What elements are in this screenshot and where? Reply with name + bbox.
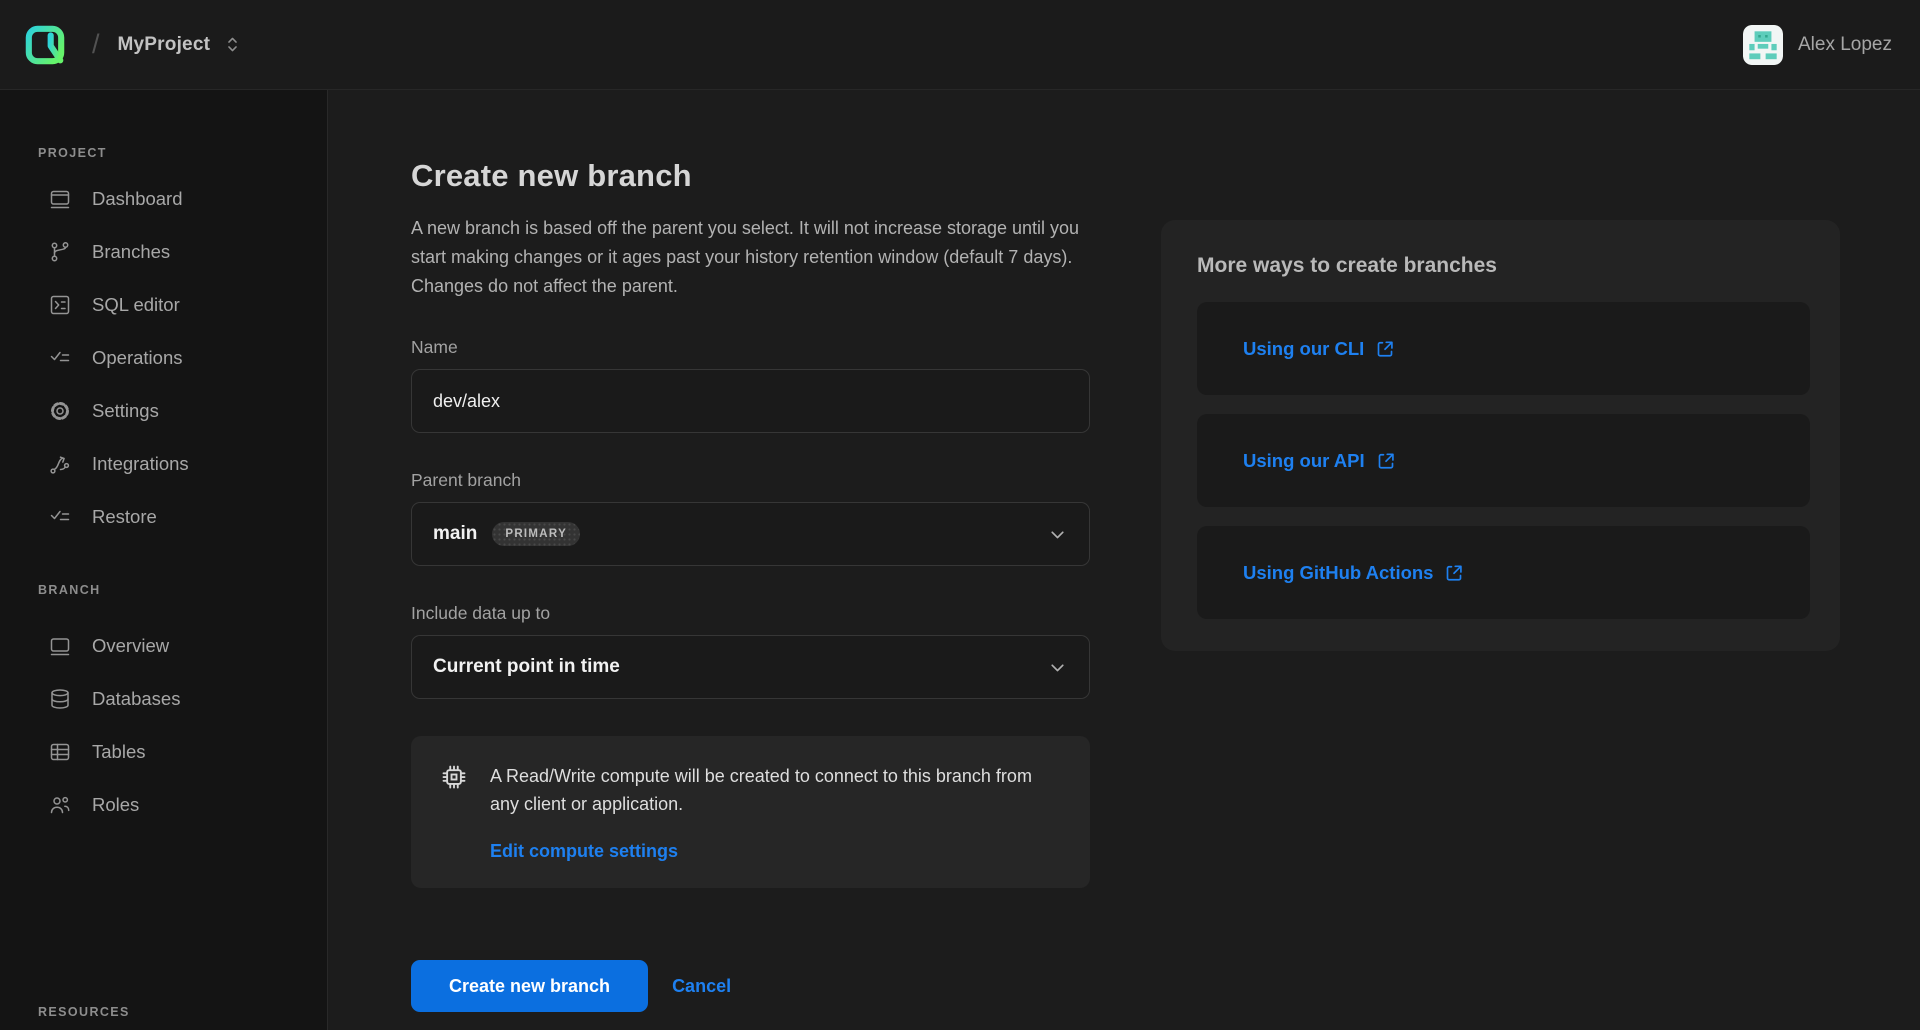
parent-branch-value: main [433, 523, 477, 545]
form-actions: Create new branch Cancel [411, 960, 1090, 1012]
external-link-icon [1376, 451, 1396, 471]
include-data-label: Include data up to [411, 603, 1090, 624]
sidebar-item-sql-editor[interactable]: SQL editor [0, 278, 327, 331]
create-branch-form: Create new branch A new branch is based … [411, 158, 1090, 1012]
page-description: A new branch is based off the parent you… [411, 214, 1081, 301]
database-icon [48, 687, 72, 711]
using-cli-link[interactable]: Using our CLI [1243, 338, 1395, 360]
neon-logo-icon [24, 24, 66, 66]
sidebar: PROJECT Dashboard Branches SQL editor Op… [0, 90, 328, 1030]
integrations-icon [48, 452, 72, 476]
branch-name-input[interactable] [411, 369, 1090, 433]
using-cli-label: Using our CLI [1243, 338, 1364, 360]
cancel-button[interactable]: Cancel [672, 976, 731, 997]
page-title: Create new branch [411, 158, 1090, 194]
external-link-icon [1375, 339, 1395, 359]
create-branch-button[interactable]: Create new branch [411, 960, 648, 1012]
users-icon [48, 793, 72, 817]
using-github-actions-label: Using GitHub Actions [1243, 562, 1433, 584]
sidebar-section-project: PROJECT [38, 146, 327, 160]
sidebar-item-label: Roles [92, 794, 139, 816]
api-card[interactable]: Using our API [1197, 414, 1810, 507]
sidebar-item-integrations[interactable]: Integrations [0, 437, 327, 490]
more-ways-title: More ways to create branches [1197, 254, 1810, 278]
sidebar-item-label: Restore [92, 506, 157, 528]
sidebar-item-overview[interactable]: Overview [0, 619, 327, 672]
sql-terminal-icon [48, 293, 72, 317]
breadcrumb-separator: / [92, 29, 100, 60]
include-data-value: Current point in time [433, 656, 620, 678]
parent-branch-label: Parent branch [411, 470, 1090, 491]
sidebar-item-label: Tables [92, 741, 145, 763]
sidebar-item-roles[interactable]: Roles [0, 778, 327, 831]
user-menu[interactable]: Alex Lopez [1743, 25, 1920, 65]
sidebar-item-tables[interactable]: Tables [0, 725, 327, 778]
using-api-label: Using our API [1243, 450, 1365, 472]
neon-logo-button[interactable] [0, 0, 90, 89]
more-ways-panel: More ways to create branches Using our C… [1161, 220, 1840, 651]
chevron-down-icon [1047, 524, 1068, 545]
using-github-actions-link[interactable]: Using GitHub Actions [1243, 562, 1464, 584]
sidebar-item-branches[interactable]: Branches [0, 225, 327, 278]
parent-branch-select[interactable]: main PRIMARY [411, 502, 1090, 566]
compute-info-content: A Read/Write compute will be created to … [490, 762, 1040, 862]
sidebar-item-label: Operations [92, 347, 183, 369]
sidebar-section-resources: RESOURCES [38, 1005, 327, 1019]
edit-compute-settings-link[interactable]: Edit compute settings [490, 841, 678, 862]
chevron-up-down-icon [224, 35, 241, 54]
sidebar-item-dashboard[interactable]: Dashboard [0, 172, 327, 225]
user-avatar [1743, 25, 1783, 65]
cli-card[interactable]: Using our CLI [1197, 302, 1810, 395]
github-actions-card[interactable]: Using GitHub Actions [1197, 526, 1810, 619]
cpu-chip-icon [439, 762, 469, 862]
project-name: MyProject [118, 34, 211, 56]
name-label: Name [411, 337, 1090, 358]
chevron-down-icon [1047, 657, 1068, 678]
external-link-icon [1444, 563, 1464, 583]
sidebar-item-settings[interactable]: Settings [0, 384, 327, 437]
restore-checklist-icon [48, 505, 72, 529]
sidebar-item-label: Databases [92, 688, 180, 710]
gear-icon [48, 399, 72, 423]
sidebar-item-databases[interactable]: Databases [0, 672, 327, 725]
include-data-field: Include data up to Current point in time [411, 603, 1090, 699]
using-api-link[interactable]: Using our API [1243, 450, 1396, 472]
sidebar-item-label: Overview [92, 635, 169, 657]
sidebar-section-branch: BRANCH [38, 583, 327, 597]
sidebar-item-restore[interactable]: Restore [0, 490, 327, 543]
sidebar-item-label: Settings [92, 400, 159, 422]
compute-info-box: A Read/Write compute will be created to … [411, 736, 1090, 888]
dashboard-icon [48, 187, 72, 211]
include-data-select[interactable]: Current point in time [411, 635, 1090, 699]
sidebar-item-label: SQL editor [92, 294, 180, 316]
primary-badge: PRIMARY [492, 522, 580, 546]
git-branch-icon [48, 240, 72, 264]
sidebar-item-label: Dashboard [92, 188, 183, 210]
sidebar-item-label: Branches [92, 241, 170, 263]
main-content: Create new branch A new branch is based … [328, 90, 1920, 1030]
project-switcher[interactable]: MyProject [118, 34, 242, 56]
sidebar-item-label: Integrations [92, 453, 189, 475]
table-icon [48, 740, 72, 764]
user-name: Alex Lopez [1798, 34, 1892, 56]
sidebar-item-operations[interactable]: Operations [0, 331, 327, 384]
checklist-icon [48, 346, 72, 370]
name-field: Name [411, 337, 1090, 433]
overview-window-icon [48, 634, 72, 658]
parent-branch-field: Parent branch main PRIMARY [411, 470, 1090, 566]
compute-note-text: A Read/Write compute will be created to … [490, 762, 1040, 818]
top-bar: / MyProject Alex Lopez [0, 0, 1920, 90]
